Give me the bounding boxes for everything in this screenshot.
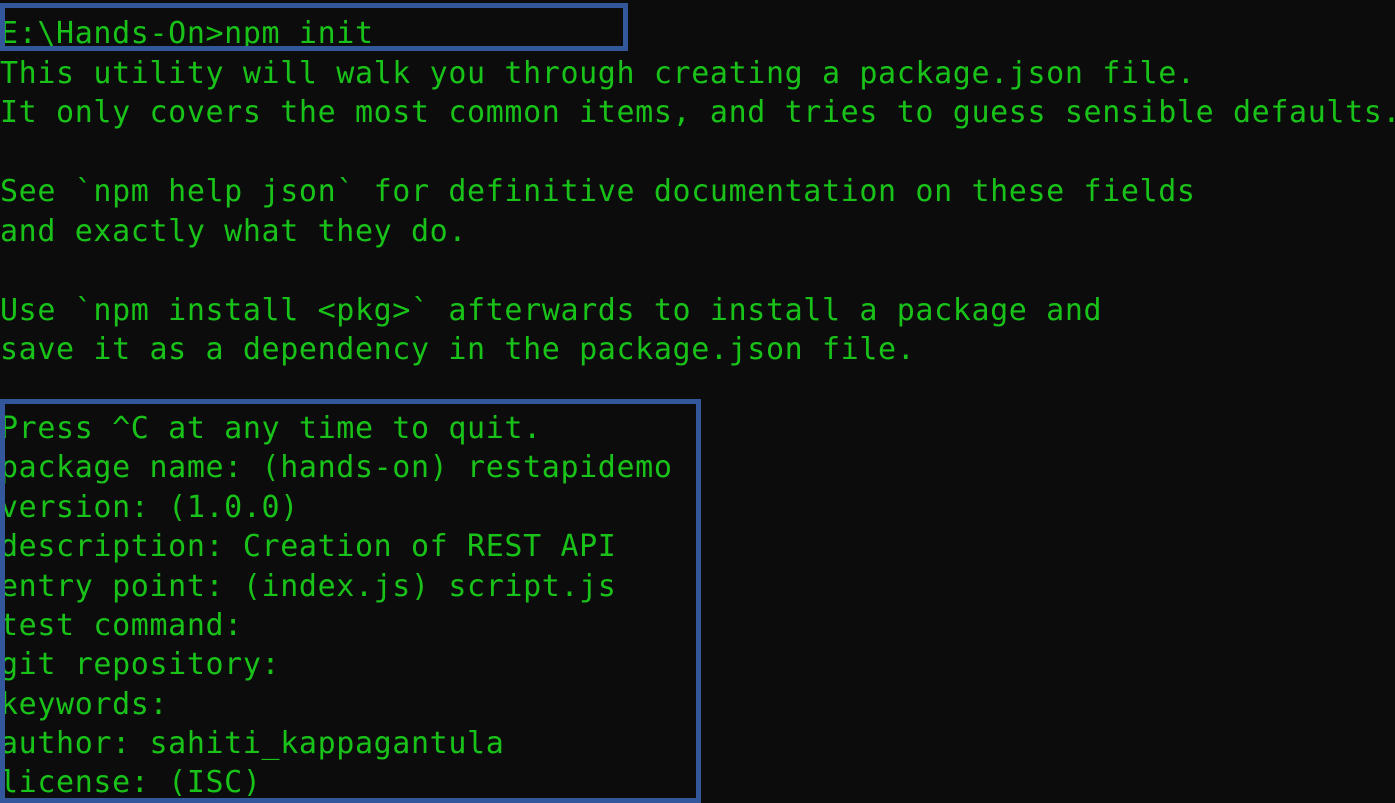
console-line: package name: (hands-on) restapidemo <box>0 450 673 485</box>
console-line: entry point: (index.js) script.js <box>0 569 617 604</box>
console-line: and exactly what they do. <box>0 214 468 249</box>
console-line: keywords: <box>0 687 169 722</box>
terminal-window[interactable]: E:\Hands-On>npm init This utility will wa… <box>0 0 1395 803</box>
console-line: It only covers the most common items, an… <box>0 95 1395 130</box>
console-line: test command: <box>0 608 243 643</box>
console-line: Use `npm install <pkg>` afterwards to in… <box>0 293 1103 328</box>
console-line: Press ^C at any time to quit. <box>0 411 542 446</box>
console-line: author: sahiti_kappagantula <box>0 726 505 761</box>
console-line: save it as a dependency in the package.j… <box>0 332 916 367</box>
console-line: version: (1.0.0) <box>0 490 299 525</box>
console-line: git repository: <box>0 647 281 682</box>
console-line: See `npm help json` for definitive docum… <box>0 174 1196 209</box>
console-line: E:\Hands-On>npm init <box>0 16 374 51</box>
console-line: This utility will walk you through creat… <box>0 56 1196 91</box>
console-line: description: Creation of REST API <box>0 529 617 564</box>
console-line: license: (ISC) <box>0 765 262 800</box>
